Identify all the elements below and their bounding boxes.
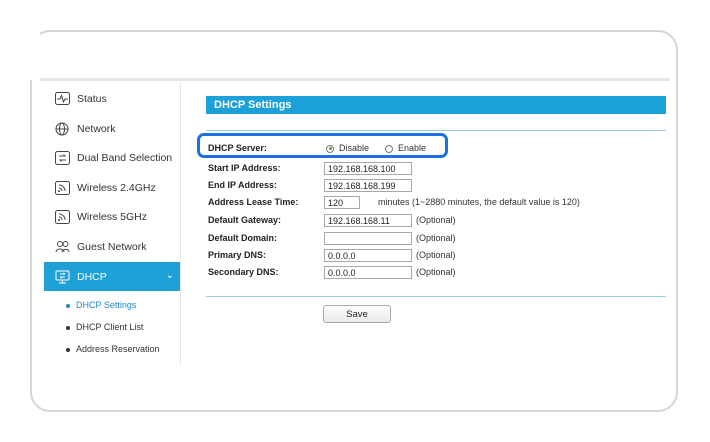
primary-dns-input[interactable]: 0.0.0.0 [324,248,412,262]
title-divider [206,130,666,131]
default-gateway-input[interactable]: 192.168.168.11 [324,213,412,227]
save-button[interactable]: Save [323,305,391,323]
dhcp-monitor-icon [54,269,70,285]
bullet-icon [66,347,70,352]
end-ip-input[interactable]: 192.168.168.199 [324,178,412,192]
lease-time-hint: minutes (1~2880 minutes, the default val… [378,197,580,207]
sidebar: Status Network Dual Band Selection Wirel… [44,84,181,364]
optional-hint: (Optional) [416,215,456,225]
primary-dns-label: Primary DNS: [208,250,267,260]
sidebar-item-guest-network[interactable]: Guest Network [44,232,180,261]
chevron-down-icon: ⌄ [165,270,174,281]
optional-hint: (Optional) [416,267,456,277]
bullet-icon [66,303,70,308]
start-ip-label: Start IP Address: [208,163,281,173]
start-ip-input[interactable]: 192.168.168.100 [324,161,412,175]
header-separator [40,78,670,81]
sidebar-item-label: Network [77,122,116,135]
sidebar-item-label: Dual Band Selection [77,151,173,164]
sidebar-item-dual-band-selection[interactable]: Dual Band Selection [44,143,180,172]
sidebar-item-label: Wireless 2.4GHz [77,181,156,194]
optional-hint: (Optional) [416,250,456,260]
frame-gap [0,25,40,80]
secondary-dns-input[interactable]: 0.0.0.0 [324,265,412,279]
dual-band-icon [54,150,70,166]
form-divider [206,296,666,297]
globe-icon [54,121,70,137]
lease-time-input[interactable]: 120 [324,195,360,209]
sidebar-item-wireless-5ghz[interactable]: Wireless 5GHz [44,202,180,231]
sidebar-item-wireless-24ghz[interactable]: Wireless 2.4GHz [44,173,180,202]
page-title: DHCP Settings [206,96,666,114]
sidebar-item-status[interactable]: Status [44,84,180,113]
sidebar-item-label: DHCP [77,270,107,283]
sidebar-item-label: Guest Network [77,240,147,253]
wireless-icon [54,209,70,225]
guest-users-icon [54,239,70,255]
sidebar-subitem-address-reservation[interactable]: Address Reservation [66,344,160,354]
bullet-icon [66,325,70,330]
status-pulse-icon [54,91,70,107]
lease-time-label: Address Lease Time: [208,197,299,207]
wireless-icon [54,180,70,196]
dhcp-server-highlight [197,133,448,158]
sidebar-subitem-label: DHCP Settings [76,300,137,310]
sidebar-item-dhcp[interactable]: DHCP ⌄ [44,262,180,291]
sidebar-item-label: Wireless 5GHz [77,210,148,223]
default-gateway-label: Default Gateway: [208,215,282,225]
sidebar-subitem-dhcp-settings[interactable]: DHCP Settings [66,300,136,310]
sidebar-item-label: Status [77,92,107,105]
default-domain-input[interactable] [324,231,412,245]
optional-hint: (Optional) [416,233,456,243]
sidebar-item-network[interactable]: Network [44,114,180,143]
sidebar-subitem-dhcp-client-list[interactable]: DHCP Client List [66,322,143,332]
default-domain-label: Default Domain: [208,233,278,243]
end-ip-label: End IP Address: [208,180,278,190]
sidebar-subitem-label: DHCP Client List [76,322,144,332]
secondary-dns-label: Secondary DNS: [208,267,279,277]
sidebar-subitem-label: Address Reservation [76,344,160,354]
